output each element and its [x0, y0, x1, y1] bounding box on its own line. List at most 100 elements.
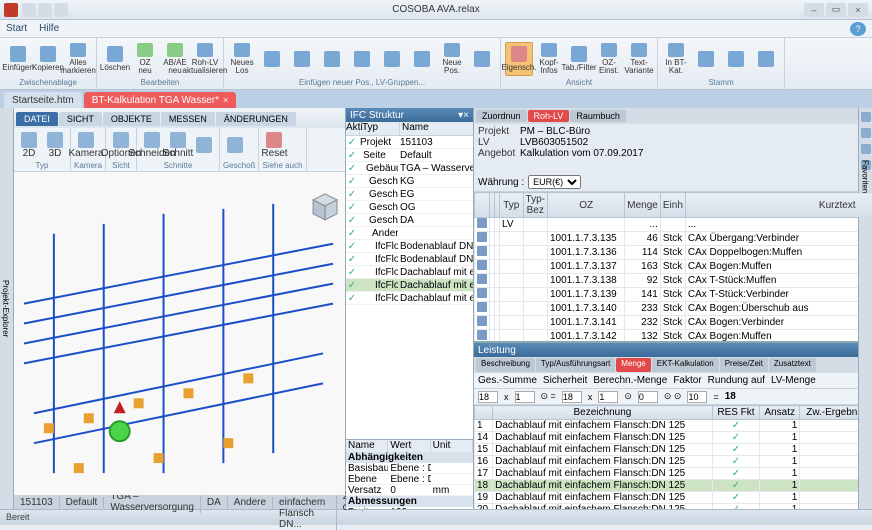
leistung-row[interactable]: 16Dachablauf mit einfachem Flansch:DN 12…	[475, 456, 872, 468]
leistung-row[interactable]: 14Dachablauf mit einfachem Flansch:DN 12…	[475, 432, 872, 444]
maximize-button[interactable]: ▭	[826, 3, 846, 17]
currency-select[interactable]: EUR(€)	[528, 175, 581, 189]
sidebar-icon[interactable]	[861, 128, 871, 138]
ifc-row[interactable]: ✓IfcFlowTerminalBodenablauf DN 100 verti…	[346, 240, 473, 253]
insert-button[interactable]	[348, 42, 376, 76]
lv-grid[interactable]: TypTyp-BezOZMengeEinhKurztextEP LV......…	[474, 192, 872, 341]
kopfinfos-button[interactable]: Kopf-Infos	[535, 42, 563, 76]
schnitt-entfernen-button[interactable]	[192, 137, 216, 153]
close-icon[interactable]: ×	[463, 110, 469, 121]
insert-button[interactable]	[288, 42, 316, 76]
lv-row[interactable]: 1001.1.7.3.13892StckCAx T-Stück:Muffen	[475, 274, 872, 288]
qat-btn[interactable]	[22, 3, 36, 17]
ifc-row[interactable]: ✓IfcFlowTerminalDachablauf mit einfachem…	[346, 279, 473, 292]
inbtkat-button[interactable]: In BT-Kat.	[662, 42, 690, 76]
schneiden-button[interactable]: Schneiden	[140, 132, 164, 159]
ifc-row[interactable]: ✓GeschoßOG	[346, 201, 473, 214]
sich-input[interactable]	[515, 391, 535, 403]
delete-button[interactable]: Löschen	[101, 42, 129, 76]
ifc-row[interactable]: ✓IfcFlowTerminalDachablauf mit einfachem…	[346, 266, 473, 279]
leistung-row[interactable]: 17Dachablauf mit einfachem Flansch:DN 12…	[475, 468, 872, 480]
lv-row[interactable]: 1001.1.7.3.142132StckCAx Bogen:Muffen	[475, 330, 872, 342]
leistung-row[interactable]: 15Dachablauf mit einfachem Flansch:DN 12…	[475, 444, 872, 456]
qat-btn[interactable]	[54, 3, 68, 17]
sidebar-right[interactable]: Favoriten	[858, 108, 872, 509]
ifc-row[interactable]: ✓SeiteDefault	[346, 149, 473, 162]
insert-button[interactable]	[258, 42, 286, 76]
doctab-kalkulation[interactable]: BT-Kalkulation TGA Wasser*×	[84, 92, 237, 108]
ifc-row[interactable]: ✓IfcFlowTerminalBodenablauf DN 100 verti…	[346, 253, 473, 266]
insert-button[interactable]	[408, 42, 436, 76]
leistung-row[interactable]: 19Dachablauf mit einfachem Flansch:DN 12…	[475, 492, 872, 504]
lv-row[interactable]: 1001.1.7.3.140233StckCAx Bogen:Überschub…	[475, 302, 872, 316]
stamm-button[interactable]	[752, 42, 780, 76]
insert-button[interactable]	[468, 42, 496, 76]
tab-raumbuch[interactable]: Raumbuch	[570, 110, 626, 122]
tab-aenderungen[interactable]: ÄNDERUNGEN	[216, 112, 296, 126]
tab-objekte[interactable]: OBJEKTE	[103, 112, 160, 126]
tabfilter-button[interactable]: Tab./Filter	[565, 42, 593, 76]
tab-rohlv[interactable]: Roh-LV	[528, 110, 570, 122]
oz-neu-button[interactable]: OZ neu	[131, 42, 159, 76]
ges-input[interactable]	[478, 391, 498, 403]
tab-zuordnung[interactable]: Zuordnun	[476, 110, 527, 122]
sidebar-icon[interactable]	[861, 112, 871, 122]
copy-button[interactable]: Kopieren	[34, 42, 62, 76]
ltab-zusatz[interactable]: Zusatztext	[769, 358, 816, 372]
qat-btn[interactable]	[38, 3, 52, 17]
leistung-row[interactable]: 20Dachablauf mit einfachem Flansch:DN 12…	[475, 504, 872, 510]
ifc-row[interactable]: ✓GeschoßDA	[346, 214, 473, 227]
view-3d-button[interactable]: 3D	[43, 132, 67, 159]
ber-input[interactable]	[562, 391, 582, 403]
kamera-button[interactable]: Kamera	[74, 132, 98, 159]
eigenschaften-button[interactable]: Eigensch.	[505, 42, 533, 76]
reset-button[interactable]: Reset	[262, 132, 286, 159]
ifc-row[interactable]: ✓IfcFlowTerminalDachablauf mit einfachem…	[346, 292, 473, 305]
ltab-beschreibung[interactable]: Beschreibung	[476, 358, 535, 372]
ltab-typ[interactable]: Typ/Ausführungsart	[536, 358, 615, 372]
close-icon[interactable]: ×	[223, 95, 228, 105]
stamm-button[interactable]	[692, 42, 720, 76]
ozeinst-button[interactable]: OZ-Einst.	[595, 42, 623, 76]
insert-button[interactable]	[378, 42, 406, 76]
geschoss-button[interactable]	[223, 137, 247, 153]
lv-row[interactable]: 1001.1.7.3.13546StckCAx Übergang:Verbind…	[475, 232, 872, 246]
lv-row[interactable]: 1001.1.7.3.136114StckCAx Doppelbogen:Muf…	[475, 246, 872, 260]
rund-input[interactable]	[638, 391, 658, 403]
close-button[interactable]: ×	[848, 3, 868, 17]
rohlv-refresh-button[interactable]: Roh-LV aktualisieren	[191, 42, 219, 76]
menu-hilfe[interactable]: Hilfe	[39, 23, 59, 34]
lv-row[interactable]: 1001.1.7.3.137163StckCAx Bogen:Muffen	[475, 260, 872, 274]
tab-messen[interactable]: MESSEN	[161, 112, 215, 126]
stamm-button[interactable]	[722, 42, 750, 76]
s-input[interactable]	[687, 391, 707, 403]
schnitt-button[interactable]: Schnitt	[166, 132, 190, 159]
select-all-button[interactable]: Alles markieren	[64, 42, 92, 76]
ifc-row[interactable]: ✓Andere	[346, 227, 473, 240]
view-2d-button[interactable]: 2D	[17, 132, 41, 159]
paste-button[interactable]: Einfügen	[4, 42, 32, 76]
ifc-row[interactable]: ✓GeschoßEG	[346, 188, 473, 201]
sidebar-left[interactable]: Projekt-Explorer	[0, 108, 14, 509]
sidebar-icon[interactable]	[861, 144, 871, 154]
neues-los-button[interactable]: Neues Los	[228, 42, 256, 76]
tab-datei[interactable]: DATEI	[16, 112, 58, 126]
doctab-startseite[interactable]: Startseite.htm	[4, 92, 82, 108]
fak-input[interactable]	[598, 391, 618, 403]
minimize-button[interactable]: –	[804, 3, 824, 17]
ltab-ekt[interactable]: EKT-Kalkulation	[652, 358, 719, 372]
lv-row[interactable]: 1001.1.7.3.141232StckCAx Bogen:Verbinder	[475, 316, 872, 330]
ltab-preise[interactable]: Preise/Zeit	[720, 358, 768, 372]
help-icon[interactable]: ?	[850, 22, 866, 36]
tab-sicht[interactable]: SICHT	[59, 112, 102, 126]
ifc-row[interactable]: ✓GeschoßKG	[346, 175, 473, 188]
lv-row[interactable]: 1001.1.7.3.139141StckCAx T-Stück:Verbind…	[475, 288, 872, 302]
ifc-tree[interactable]: ✓Projekt151103✓SeiteDefault✓GebäudeTGA –…	[346, 136, 473, 439]
ifc-row[interactable]: ✓GebäudeTGA – Wasserversorgung	[346, 162, 473, 175]
viewport-3d[interactable]	[14, 172, 345, 495]
menu-start[interactable]: Start	[6, 23, 27, 34]
leistung-grid[interactable]: BezeichnungRES FktAnsatzZw.-ErgebnisFakt…	[474, 405, 872, 509]
ifc-row[interactable]: ✓Projekt151103	[346, 136, 473, 149]
insert-button[interactable]	[318, 42, 346, 76]
textvariante-button[interactable]: Text-Variante	[625, 42, 653, 76]
